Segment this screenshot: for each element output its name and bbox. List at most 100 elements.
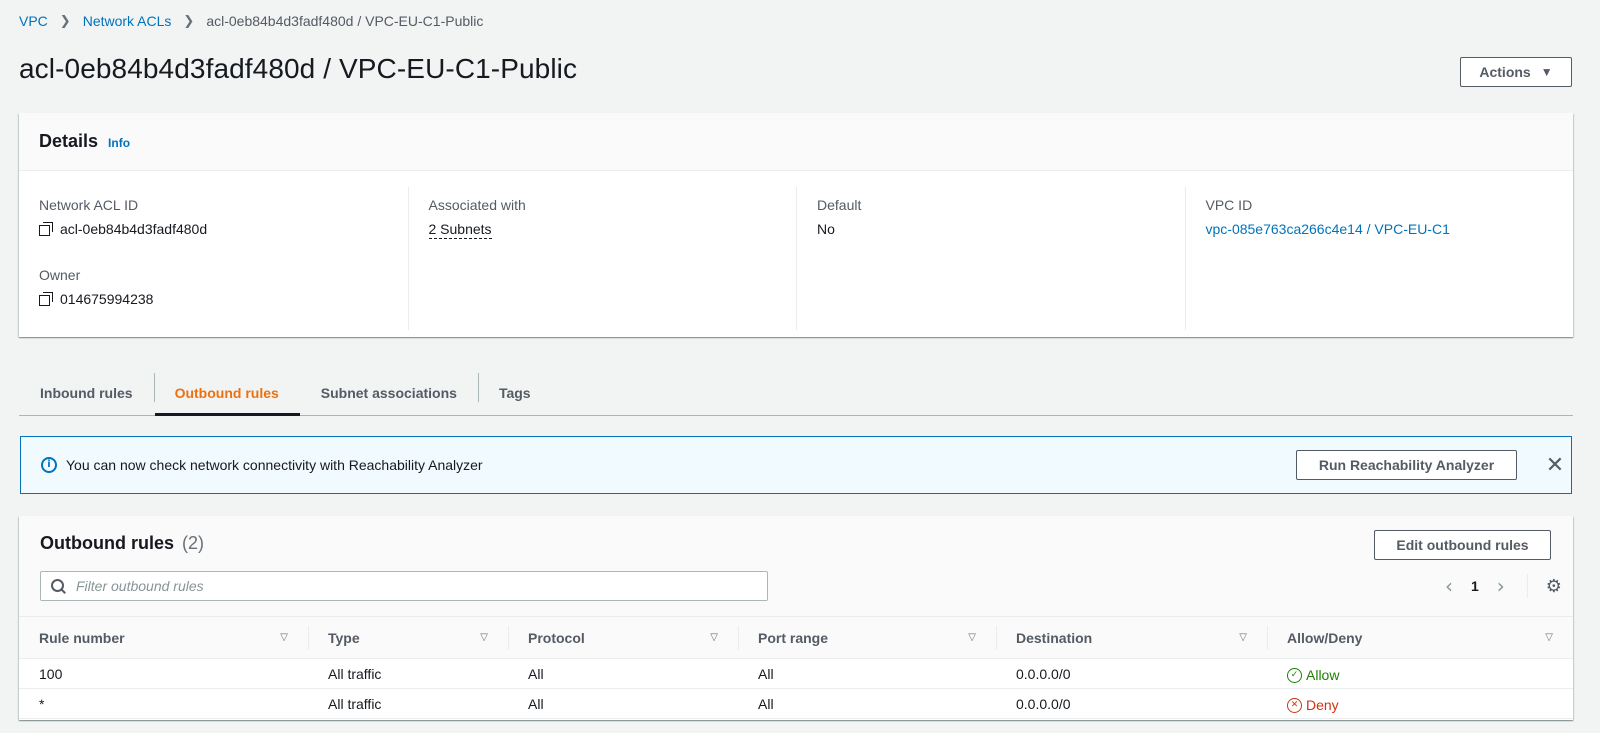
- sort-icon: ▽: [480, 632, 488, 643]
- column-header-port-range[interactable]: Port range ▽: [738, 616, 996, 659]
- default-label: Default: [817, 197, 862, 213]
- owner-label: Owner: [39, 267, 81, 283]
- vpc-id-label: VPC ID: [1205, 197, 1253, 213]
- details-col-vpc: VPC ID vpc-085e763ca266c4e14 / VPC-EU-C1: [1184, 187, 1574, 330]
- cell-protocol: All: [508, 658, 738, 689]
- column-label: Protocol: [528, 629, 585, 646]
- filter-input[interactable]: [76, 578, 756, 594]
- tabs: Inbound rules Outbound rules Subnet asso…: [19, 370, 1573, 416]
- table-header-row: Rule number ▽ Type ▽ Protocol ▽ Port range ▽…: [19, 616, 1573, 659]
- x-circle-icon: ✕: [1287, 697, 1302, 713]
- info-icon: i: [41, 457, 57, 473]
- cell-type: All traffic: [308, 688, 508, 719]
- table-row[interactable]: 100 All traffic All All 0.0.0.0/0 ✓ Allo…: [19, 658, 1573, 689]
- breadcrumb-vpc[interactable]: VPC: [19, 13, 48, 29]
- status-label: Allow: [1306, 667, 1340, 684]
- sort-icon: ▽: [968, 632, 976, 643]
- run-reachability-analyzer-button[interactable]: Run Reachability Analyzer: [1296, 450, 1517, 480]
- copy-icon[interactable]: [39, 222, 53, 236]
- table-row[interactable]: * All traffic All All 0.0.0.0/0 ✕ Deny: [19, 688, 1573, 719]
- pagination: ‹ 1 › ⚙: [1439, 574, 1562, 598]
- cell-type: All traffic: [308, 658, 508, 689]
- page-title: acl-0eb84b4d3fadf480d / VPC-EU-C1-Public: [19, 53, 578, 84]
- network-acl-id-value: acl-0eb84b4d3fadf480d: [39, 221, 388, 237]
- column-label: Port range: [758, 629, 829, 646]
- check-circle-icon: ✓: [1287, 667, 1302, 683]
- details-header: Details Info: [19, 113, 1573, 171]
- pager-divider: [1526, 574, 1528, 598]
- edit-outbound-rules-button[interactable]: Edit outbound rules: [1374, 530, 1551, 560]
- status-label: Deny: [1306, 697, 1339, 714]
- cell-port-range: All: [738, 658, 996, 689]
- close-icon[interactable]: ✕: [1543, 450, 1567, 480]
- flash-message: You can now check network connectivity w…: [66, 457, 483, 473]
- info-link[interactable]: Info: [108, 136, 130, 150]
- tab-inbound-rules[interactable]: Inbound rules: [19, 370, 154, 415]
- search-icon: [51, 579, 65, 593]
- breadcrumb-current: acl-0eb84b4d3fadf480d / VPC-EU-C1-Public: [206, 13, 484, 29]
- chevron-left-icon[interactable]: ‹: [1439, 574, 1459, 598]
- filter-field: [40, 571, 768, 601]
- tab-outbound-rules[interactable]: Outbound rules: [153, 370, 301, 416]
- details-panel: Details Info Network ACL ID acl-0eb84b4d…: [19, 113, 1573, 337]
- network-acl-id-label: Network ACL ID: [39, 197, 139, 213]
- gear-icon[interactable]: ⚙: [1546, 576, 1562, 597]
- column-header-destination[interactable]: Destination ▽: [996, 616, 1267, 659]
- column-label: Rule number: [39, 629, 125, 646]
- rules-title-text: Outbound rules: [40, 533, 174, 553]
- chevron-right-icon: ❯: [59, 13, 71, 28]
- rules-count: (2): [182, 533, 205, 553]
- details-grid: Network ACL ID acl-0eb84b4d3fadf480d Own…: [19, 171, 1573, 330]
- cell-protocol: All: [508, 688, 738, 719]
- tab-tags[interactable]: Tags: [477, 370, 552, 415]
- column-header-type[interactable]: Type ▽: [308, 616, 508, 659]
- breadcrumb: VPC ❯ Network ACLs ❯ acl-0eb84b4d3fadf48…: [19, 13, 483, 29]
- actions-label: Actions: [1479, 64, 1531, 80]
- cell-rule-number: 100: [19, 658, 308, 689]
- cell-destination: 0.0.0.0/0: [996, 688, 1267, 719]
- status-allow: ✓ Allow: [1287, 667, 1339, 683]
- owner-id: 014675994238: [60, 291, 154, 307]
- outbound-rules-panel: Outbound rules (2) Edit outbound rules ‹…: [19, 516, 1573, 720]
- sort-icon: ▽: [1239, 632, 1247, 643]
- column-header-protocol[interactable]: Protocol ▽: [508, 616, 738, 659]
- associated-label: Associated with: [428, 197, 526, 213]
- details-col-default: Default No: [796, 187, 1185, 330]
- cell-port-range: All: [738, 688, 996, 719]
- sort-icon: ▽: [1545, 632, 1553, 643]
- associated-value: 2 Subnets: [428, 221, 777, 239]
- network-acl-id: acl-0eb84b4d3fadf480d: [60, 221, 208, 237]
- column-header-rule-number[interactable]: Rule number ▽: [19, 616, 308, 659]
- chevron-right-icon[interactable]: ›: [1491, 574, 1511, 598]
- actions-button[interactable]: Actions ▼: [1460, 57, 1572, 87]
- caret-down-icon: ▼: [1540, 65, 1553, 79]
- cell-allow-deny: ✕ Deny: [1267, 688, 1573, 719]
- vpc-id-link[interactable]: vpc-085e763ca266c4e14 / VPC-EU-C1: [1206, 221, 1450, 237]
- rules-table: Rule number ▽ Type ▽ Protocol ▽ Port range ▽…: [19, 616, 1573, 719]
- cell-allow-deny: ✓ Allow: [1267, 658, 1573, 689]
- owner-value: 014675994238: [39, 291, 388, 307]
- tab-subnet-associations[interactable]: Subnet associations: [300, 370, 478, 415]
- sort-icon: ▽: [280, 632, 288, 643]
- column-header-allow-deny[interactable]: Allow/Deny ▽: [1267, 616, 1573, 659]
- status-deny: ✕ Deny: [1287, 697, 1339, 713]
- copy-icon[interactable]: [39, 292, 53, 306]
- details-col-associated: Associated with 2 Subnets: [407, 187, 797, 330]
- current-page[interactable]: 1: [1471, 578, 1479, 594]
- rules-header: Outbound rules (2) Edit outbound rules ‹…: [19, 516, 1573, 616]
- rules-title: Outbound rules (2): [40, 533, 204, 554]
- column-label: Allow/Deny: [1287, 629, 1363, 646]
- info-flashbar: i You can now check network connectivity…: [20, 436, 1572, 494]
- column-label: Type: [328, 629, 360, 646]
- sort-icon: ▽: [710, 632, 718, 643]
- details-col-acl: Network ACL ID acl-0eb84b4d3fadf480d Own…: [19, 187, 408, 330]
- breadcrumb-network-acls[interactable]: Network ACLs: [83, 13, 172, 29]
- cell-rule-number: *: [19, 688, 308, 719]
- details-title: Details: [39, 131, 99, 151]
- cell-destination: 0.0.0.0/0: [996, 658, 1267, 689]
- column-label: Destination: [1016, 629, 1093, 646]
- associated-subnets-popover[interactable]: 2 Subnets: [428, 221, 492, 239]
- chevron-right-icon: ❯: [183, 13, 195, 28]
- default-value: No: [817, 221, 835, 237]
- vpc-id-value: vpc-085e763ca266c4e14 / VPC-EU-C1: [1206, 221, 1554, 237]
